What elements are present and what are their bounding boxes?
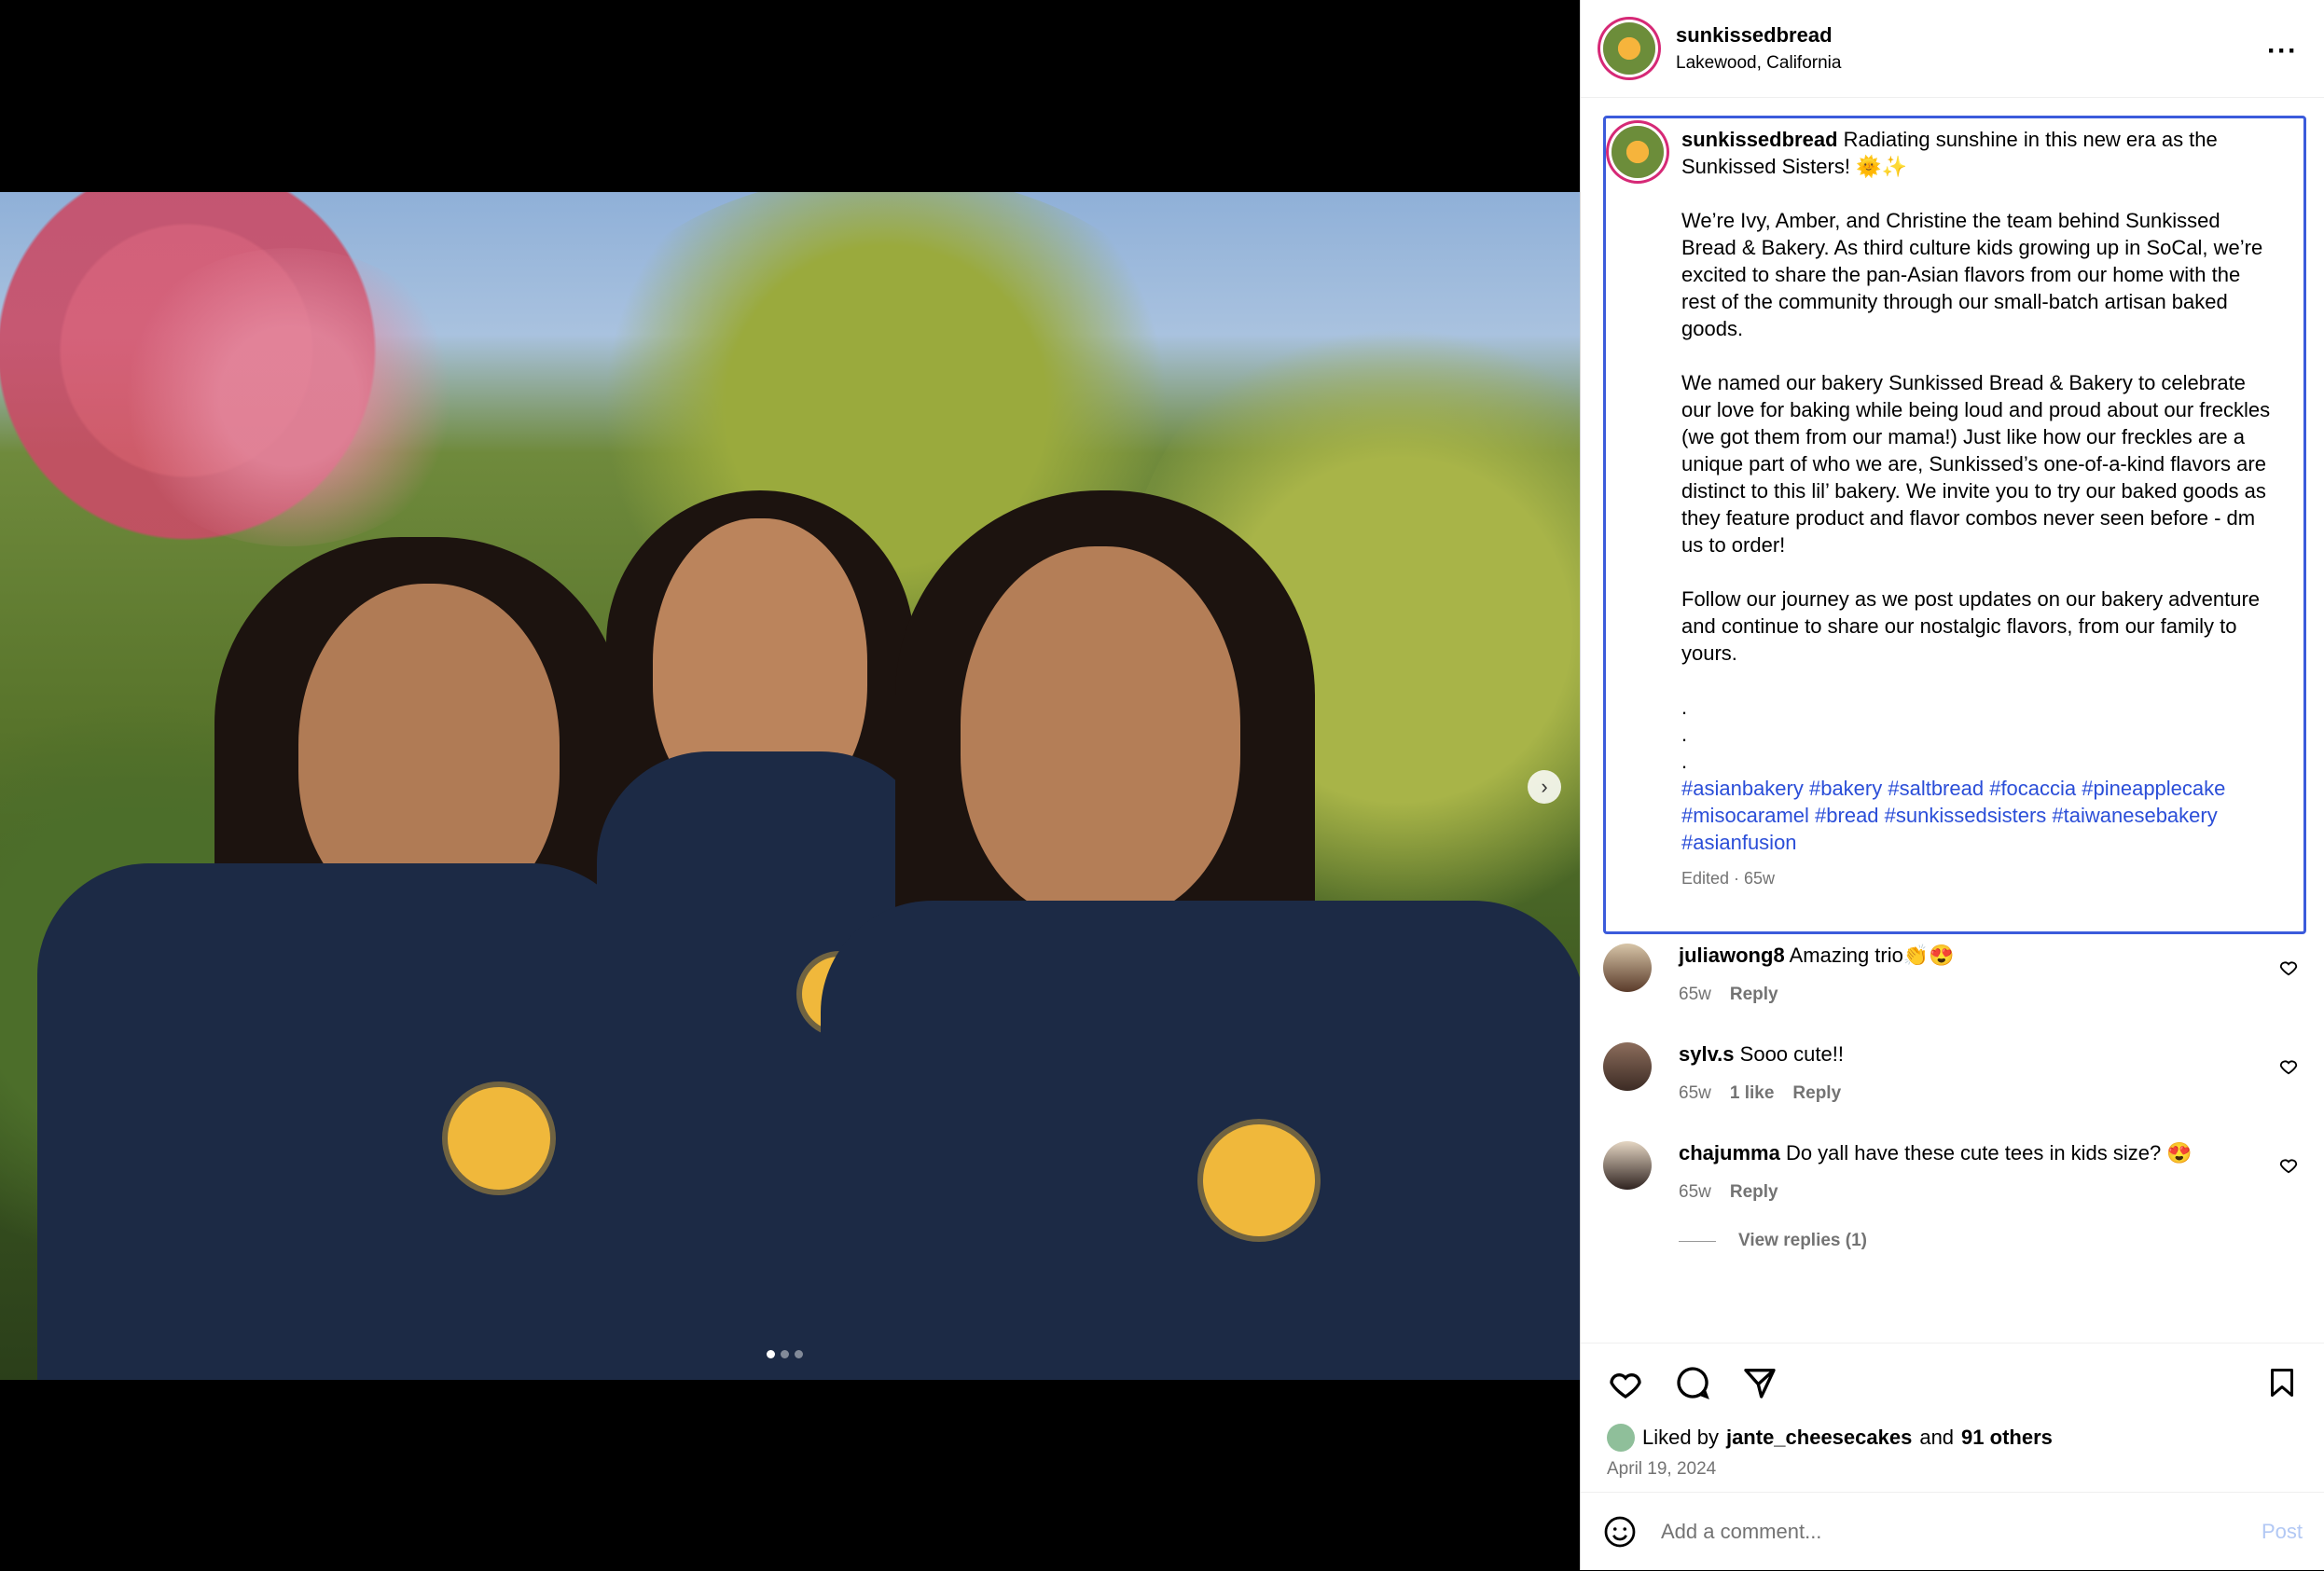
comment-bubble-icon[interactable] xyxy=(1674,1364,1711,1401)
view-replies-label: View replies (1) xyxy=(1738,1231,1867,1250)
avatar[interactable] xyxy=(1603,22,1655,75)
comment-time: 65w xyxy=(1679,1083,1711,1103)
share-send-icon[interactable] xyxy=(1741,1364,1778,1401)
bookmark-icon[interactable] xyxy=(2265,1364,2299,1401)
carousel-dot xyxy=(767,1350,775,1358)
likes-mid: and xyxy=(1919,1426,1955,1449)
like-heart-icon[interactable] xyxy=(1607,1364,1644,1401)
comment-text: Sooo cute!! xyxy=(1734,1042,1844,1066)
caption-meta: Edited · 65w xyxy=(1681,869,1776,888)
likes-summary: Liked by jante_cheesecakes and 91 others xyxy=(1607,1424,2053,1452)
comment-username[interactable]: chajumma xyxy=(1679,1141,1780,1164)
header-username[interactable]: sunkissedbread xyxy=(1676,23,1841,48)
comment-time: 65w xyxy=(1679,1182,1711,1202)
add-comment-bar: Post xyxy=(1581,1492,2324,1571)
comment-username[interactable]: sylv.s xyxy=(1679,1042,1735,1066)
reply-button[interactable]: Reply xyxy=(1730,985,1778,1005)
avatar[interactable] xyxy=(1603,1042,1652,1091)
comment-text: Do yall have these cute tees in kids siz… xyxy=(1779,1141,2193,1164)
avatar[interactable] xyxy=(1603,944,1652,992)
header-location[interactable]: Lakewood, California xyxy=(1676,53,1841,74)
more-options-icon[interactable]: ··· xyxy=(2267,35,2298,67)
post-date[interactable]: April 19, 2024 xyxy=(1607,1459,1716,1480)
view-replies-button[interactable]: View replies (1) xyxy=(1679,1231,1867,1251)
avatar[interactable] xyxy=(1607,1424,1635,1452)
like-comment-heart-icon[interactable] xyxy=(2278,957,2299,977)
likes-others[interactable]: 91 others xyxy=(1961,1426,2053,1450)
reply-button[interactable]: Reply xyxy=(1792,1083,1841,1104)
post-photo xyxy=(0,192,1580,1380)
post-actions: Liked by jante_cheesecakes and 91 others… xyxy=(1581,1343,2324,1483)
post-sidebar: sunkissedbread Lakewood, California ··· … xyxy=(1580,0,2324,1570)
liker-username[interactable]: jante_cheesecakes xyxy=(1726,1426,1912,1450)
likes-prefix: Liked by xyxy=(1642,1426,1719,1449)
like-comment-heart-icon[interactable] xyxy=(2278,1055,2299,1076)
comment-input[interactable] xyxy=(1659,1519,2222,1545)
post-comment-button[interactable]: Post xyxy=(2262,1520,2303,1544)
carousel-dot xyxy=(781,1350,789,1358)
emoji-icon[interactable] xyxy=(1603,1515,1637,1549)
carousel-dot xyxy=(795,1350,803,1358)
post-media: › xyxy=(0,0,1580,1570)
comment-username[interactable]: juliawong8 xyxy=(1679,944,1785,967)
caption-body: Radiating sunshine in this new era as th… xyxy=(1681,128,2271,773)
caption-username[interactable]: sunkissedbread xyxy=(1681,128,1838,151)
avatar[interactable] xyxy=(1603,1141,1652,1190)
comment-time: 65w xyxy=(1679,985,1711,1004)
carousel-next-button[interactable]: › xyxy=(1528,770,1561,804)
like-comment-heart-icon[interactable] xyxy=(2278,1154,2299,1175)
divider xyxy=(1679,1240,1716,1242)
caption-hashtags[interactable]: #asianbakery #bakery #saltbread #focacci… xyxy=(1681,777,2225,854)
reply-button[interactable]: Reply xyxy=(1730,1182,1778,1203)
caption-avatar[interactable] xyxy=(1612,126,1664,178)
caption: sunkissedbread Radiating sunshine in thi… xyxy=(1603,116,2306,934)
post-header: sunkissedbread Lakewood, California ··· xyxy=(1581,0,2324,98)
comment-likes-count[interactable]: 1 like xyxy=(1730,1083,1775,1104)
comment-text: Amazing trio👏😍 xyxy=(1784,944,1955,967)
caption-text: sunkissedbread Radiating sunshine in thi… xyxy=(1681,126,2278,892)
chevron-right-icon: › xyxy=(1541,775,1548,798)
carousel-indicator xyxy=(767,1350,803,1358)
